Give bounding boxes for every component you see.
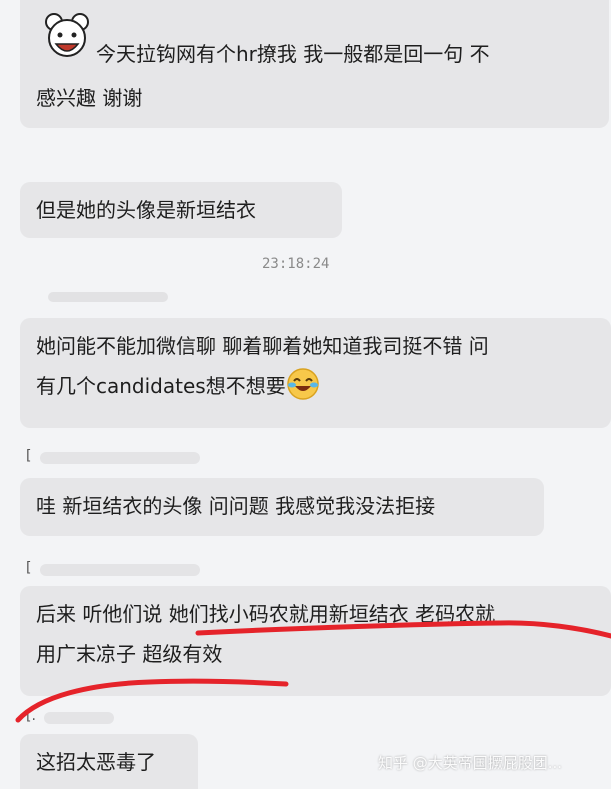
message-bubble-3: 她问能不能加微信聊 聊着聊着她知道我司挺不错 问 有几个candidates想不… <box>20 318 611 428</box>
message-bubble-6: 这招太恶毒了 <box>20 734 198 789</box>
message-text: 哇 新垣结衣的头像 问问题 我感觉我没法拒接 <box>36 494 436 518</box>
sender-marker: [. <box>26 708 36 724</box>
sender-name-placeholder <box>40 564 200 576</box>
message-text-line: 用广末凉子 超级有效 <box>36 642 223 666</box>
message-timestamp: 23:18:24 <box>262 256 330 272</box>
watermark: 知乎 @大英帝国撅屁股团... <box>378 754 563 772</box>
message-bubble-5: 后来 听他们说 她们找小码农就用新垣结衣 老码农就 用广末凉子 超级有效 <box>20 586 611 696</box>
message-text-line: 感兴趣 谢谢 <box>36 86 143 110</box>
message-text: 这招太恶毒了 <box>36 750 156 774</box>
laughing-tears-emoji-icon <box>286 368 319 400</box>
sender-marker: [ <box>26 560 32 576</box>
message-text-line: 她问能不能加微信聊 聊着聊着她知道我司挺不错 问 <box>36 334 489 358</box>
sender-name-placeholder <box>44 712 114 724</box>
message-text-line: 有几个candidates想不想要 <box>36 366 595 406</box>
bear-avatar-icon <box>45 13 89 57</box>
message-text: 但是她的头像是新垣结衣 <box>36 198 256 222</box>
message-bubble-2: 但是她的头像是新垣结衣 <box>20 182 342 238</box>
sender-marker: [ <box>26 448 32 464</box>
message-text-line: 今天拉钩网有个hr撩我 我一般都是回一句 不 <box>96 42 490 66</box>
sender-name-placeholder <box>48 292 168 302</box>
sender-name-placeholder <box>40 452 200 464</box>
message-text-segment: 有几个candidates想不想要 <box>36 374 286 398</box>
message-bubble-1: 今天拉钩网有个hr撩我 我一般都是回一句 不 感兴趣 谢谢 <box>20 0 609 128</box>
message-text-line: 后来 听他们说 她们找小码农就用新垣结衣 老码农就 <box>36 602 496 626</box>
message-bubble-4: 哇 新垣结衣的头像 问问题 我感觉我没法拒接 <box>20 478 544 536</box>
